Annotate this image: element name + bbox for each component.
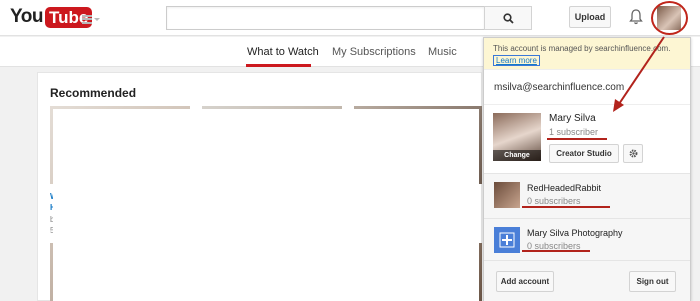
- channel-name: RedHeadedRabbit: [527, 183, 602, 193]
- guide-menu-button[interactable]: [82, 13, 100, 25]
- channel-row[interactable]: Mary Silva Photography 0 subscribers: [484, 218, 690, 263]
- search-input[interactable]: [166, 6, 485, 30]
- managed-account-notice: This account is managed by searchinfluen…: [484, 38, 690, 70]
- masthead: You Tube Upload: [0, 0, 700, 36]
- section-title: Recommended: [50, 86, 137, 100]
- annotation-circle: [651, 1, 688, 35]
- managed-notice-text: This account is managed by searchinfluen…: [493, 44, 671, 53]
- channel-avatar: [494, 182, 520, 208]
- redacted-area: [53, 109, 479, 301]
- caret-down-icon: [94, 17, 100, 21]
- account-email: msilva@searchinfluence.com: [484, 71, 690, 105]
- upload-button[interactable]: Upload: [569, 6, 611, 28]
- account-menu-footer: Add account Sign out: [484, 260, 690, 301]
- active-tab-indicator: [246, 64, 311, 67]
- primary-account-name: Mary Silva: [549, 113, 596, 124]
- profile-photo[interactable]: Change: [493, 113, 541, 161]
- logo-you-text: You: [10, 6, 43, 27]
- tab-what-to-watch[interactable]: What to Watch: [247, 46, 319, 58]
- channel-row[interactable]: RedHeadedRabbit 0 subscribers: [484, 173, 690, 218]
- change-photo-label[interactable]: Change: [493, 150, 541, 161]
- search-icon: [502, 12, 514, 24]
- channel-subscribers: 0 subscribers: [527, 196, 581, 206]
- annotation-underline: [522, 250, 590, 252]
- creator-studio-button[interactable]: Creator Studio: [549, 144, 619, 163]
- youtube-logo[interactable]: You Tube: [10, 5, 93, 29]
- search-button[interactable]: [484, 6, 532, 30]
- add-account-button[interactable]: Add account: [496, 271, 554, 292]
- sign-out-button[interactable]: Sign out: [629, 271, 676, 292]
- notifications-bell-icon[interactable]: [629, 8, 643, 26]
- annotation-underline: [547, 138, 607, 140]
- tab-music[interactable]: Music: [428, 46, 457, 58]
- default-channel-icon: [494, 227, 520, 253]
- tab-my-subscriptions[interactable]: My Subscriptions: [332, 46, 416, 58]
- learn-more-link[interactable]: Learn more: [493, 55, 540, 66]
- annotation-underline: [522, 206, 610, 208]
- primary-account-subscribers: 1 subscriber: [549, 127, 599, 137]
- settings-button[interactable]: [623, 144, 643, 163]
- gear-icon: [629, 149, 637, 158]
- channel-name: Mary Silva Photography: [527, 228, 623, 238]
- hamburger-icon: [82, 14, 92, 24]
- account-menu: This account is managed by searchinfluen…: [483, 37, 691, 301]
